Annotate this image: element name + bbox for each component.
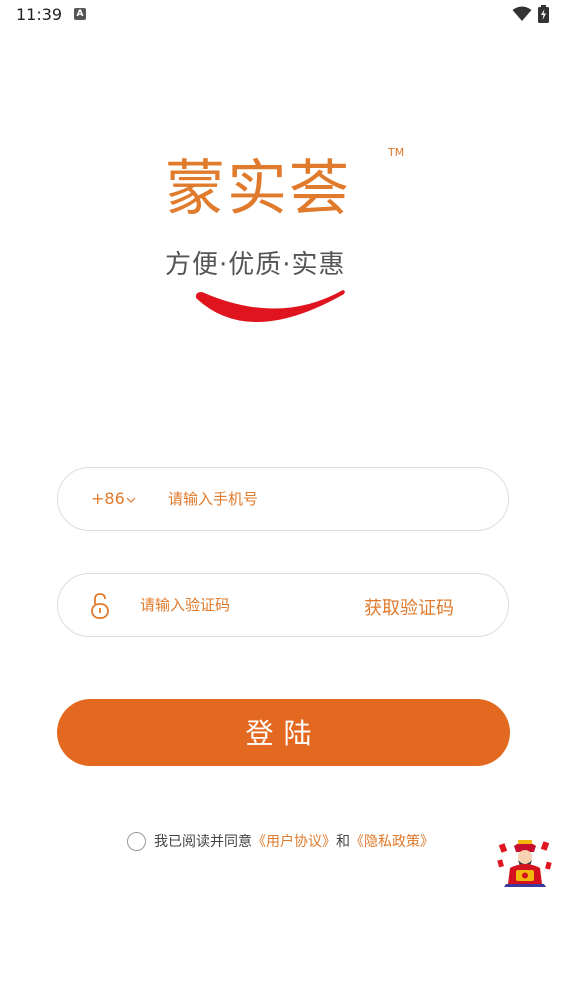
- user-agreement-link[interactable]: 《用户协议》: [252, 834, 336, 850]
- agreement-prefix: 我已阅读并同意: [154, 834, 252, 850]
- country-code-selector[interactable]: +86: [91, 489, 125, 508]
- login-button[interactable]: 登陆: [57, 699, 510, 766]
- logo-title: 蒙实荟: [165, 154, 351, 224]
- smile-curve-icon: [195, 290, 345, 323]
- get-code-button[interactable]: 获取验证码: [364, 594, 454, 620]
- trademark-symbol: TM: [388, 146, 405, 159]
- lock-icon: [91, 593, 109, 619]
- status-time: 11:39: [16, 5, 63, 24]
- chevron-down-icon[interactable]: [126, 497, 136, 503]
- brand-logo: 蒙实荟 TM 方便·优质·实惠: [160, 140, 420, 340]
- agreement-conjunction: 和: [336, 834, 350, 850]
- verification-code-input[interactable]: [140, 590, 330, 620]
- phone-input[interactable]: [168, 484, 468, 514]
- status-bar: 11:39 A: [0, 0, 566, 30]
- phone-field: +86: [57, 467, 509, 531]
- wifi-icon: [512, 6, 532, 21]
- verification-code-field: 获取验证码: [57, 573, 509, 637]
- battery-charging-icon: [538, 5, 549, 23]
- agreement-checkbox[interactable]: [127, 831, 146, 851]
- a-icon: A: [74, 8, 86, 20]
- logo-slogan: 方便·优质·实惠: [165, 250, 346, 280]
- privacy-policy-link[interactable]: 《隐私政策》: [350, 834, 434, 850]
- login-page: 11:39 A 蒙实荟 TM 方便·优质·实惠 +86 获取验证: [0, 0, 566, 1008]
- god-of-wealth-icon[interactable]: [496, 838, 554, 888]
- agreement-row: 我已阅读并同意《用户协议》和《隐私政策》: [127, 831, 434, 853]
